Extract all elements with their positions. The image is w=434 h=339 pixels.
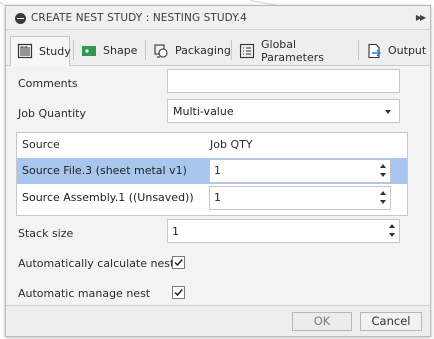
tab-global-parameters[interactable]: Global Parameters [232, 36, 357, 65]
source-table: Source Job QTY Source File.3 (sheet meta… [16, 132, 408, 216]
job-qty-stepper[interactable]: 1 [209, 159, 391, 183]
tab-output-label: Output [388, 44, 427, 57]
study-panel: Comments Job Quantity Multi-value Source… [6, 67, 430, 305]
auto-calculate-checkbox[interactable] [172, 256, 185, 269]
stack-size-stepper[interactable]: 1 [167, 219, 400, 243]
table-row[interactable]: Source File.3 (sheet metal v1) 1 [17, 158, 407, 184]
expand-icon[interactable]: ▶▶ [413, 11, 427, 25]
job-quantity-select[interactable]: Multi-value [167, 99, 400, 123]
dialog-titlebar[interactable]: CREATE NEST STUDY : NESTING STUDY.4 ▶▶ [6, 6, 430, 30]
collapse-icon[interactable] [15, 13, 26, 24]
stepper-arrows-icon[interactable] [378, 161, 389, 181]
list-icon [239, 43, 255, 59]
tab-packaging-label: Packaging [175, 44, 231, 57]
stepper-arrows-icon[interactable] [378, 188, 389, 208]
table-row[interactable]: Source Assembly.1 ((Unsaved)) 1 [17, 185, 407, 211]
job-qty-value: 1 [214, 164, 221, 177]
comments-label: Comments [18, 77, 78, 90]
tab-study[interactable]: Study [10, 36, 71, 66]
packaging-icon [153, 43, 169, 59]
source-name: Source Assembly.1 ((Unsaved)) [22, 191, 194, 204]
checkmark-icon [174, 289, 183, 297]
tab-global-parameters-label: Global Parameters [261, 37, 324, 64]
dialog-title: CREATE NEST STUDY : NESTING STUDY.4 [31, 12, 247, 24]
tab-bar: Study Shape Packaging Global Parameters … [6, 30, 430, 66]
create-nest-study-dialog: CREATE NEST STUDY : NESTING STUDY.4 ▶▶ S… [5, 5, 431, 337]
stepper-arrows-icon[interactable] [387, 221, 398, 241]
ok-button[interactable]: OK [292, 312, 352, 331]
job-qty-value: 1 [214, 191, 221, 204]
auto-manage-checkbox[interactable] [172, 286, 185, 299]
tab-shape-label: Shape [103, 44, 138, 57]
tab-packaging[interactable]: Packaging [146, 36, 231, 65]
auto-calculate-label: Automatically calculate nest [18, 257, 175, 270]
tab-output[interactable]: Output [359, 36, 427, 65]
auto-manage-label: Automatic manage nest [18, 287, 151, 300]
column-header-job-qty: Job QTY [210, 138, 253, 151]
shape-icon [81, 43, 97, 59]
checkmark-icon [174, 259, 183, 267]
job-qty-stepper[interactable]: 1 [209, 186, 391, 210]
source-name: Source File.3 (sheet metal v1) [22, 164, 187, 177]
output-icon [366, 43, 382, 59]
column-header-source: Source [22, 138, 60, 151]
job-quantity-label: Job Quantity [18, 107, 86, 120]
job-quantity-value: Multi-value [173, 105, 234, 118]
comments-field[interactable] [167, 69, 400, 93]
cancel-button[interactable]: Cancel [360, 312, 422, 331]
tab-study-label: Study [39, 44, 71, 58]
stack-size-label: Stack size [18, 227, 74, 240]
study-icon [17, 43, 33, 59]
dialog-footer: OK Cancel [6, 305, 430, 336]
chevron-down-icon [385, 110, 391, 114]
tab-shape[interactable]: Shape [74, 36, 144, 65]
stack-size-value: 1 [172, 225, 179, 238]
